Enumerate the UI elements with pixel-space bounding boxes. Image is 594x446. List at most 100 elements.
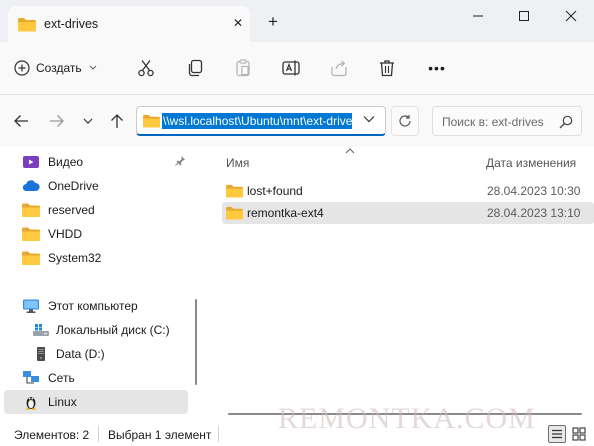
minimize-button[interactable]: [455, 0, 501, 32]
close-window-button[interactable]: [548, 0, 594, 32]
back-button[interactable]: [11, 111, 31, 131]
sidebar-item-label: OneDrive: [48, 179, 99, 193]
search-placeholder: Поиск в: ext-drives: [442, 115, 544, 129]
folder-icon: [18, 18, 36, 32]
address-row: \\wsl.localhost\Ubuntu\mnt\ext-drives По…: [0, 95, 594, 147]
up-button[interactable]: [107, 111, 127, 131]
title-bar: ext-drives ✕ +: [0, 0, 594, 42]
tab-ext-drives[interactable]: ext-drives ✕: [8, 6, 250, 42]
status-divider: [98, 426, 99, 442]
address-bar[interactable]: \\wsl.localhost\Ubuntu\mnt\ext-drives: [136, 106, 386, 136]
chevron-down-icon[interactable]: [363, 115, 375, 123]
navigation-pane: Видео OneDrive reserved VHDD System32 Эт…: [0, 147, 208, 422]
tiles-view-icon: [572, 427, 586, 441]
maximize-button[interactable]: [501, 0, 547, 32]
sidebar-item-label: Этот компьютер: [48, 299, 138, 313]
folder-icon: [22, 251, 40, 265]
recent-locations-button[interactable]: [78, 111, 98, 131]
item-count: Элементов: 2: [14, 428, 90, 442]
computer-icon: [23, 299, 39, 313]
folder-icon: [226, 206, 243, 220]
address-path-text[interactable]: \\wsl.localhost\Ubuntu\mnt\ext-drives: [162, 113, 352, 129]
share-icon: [331, 60, 347, 77]
search-icon: [559, 115, 573, 129]
sidebar-item-reserved[interactable]: reserved: [4, 198, 188, 222]
share-button[interactable]: [327, 56, 351, 80]
folder-icon: [226, 184, 243, 198]
sidebar-item-vhdd[interactable]: VHDD: [4, 222, 188, 246]
selection-count: Выбран 1 элемент: [108, 428, 212, 442]
scissors-icon: [138, 60, 154, 77]
paste-button[interactable]: [231, 56, 255, 80]
arrow-right-icon: [50, 115, 64, 127]
cut-button[interactable]: [134, 56, 158, 80]
file-list: Имя Дата изменения lost+found 28.04.2023…: [208, 147, 594, 422]
search-box[interactable]: Поиск в: ext-drives: [432, 106, 582, 136]
file-name: lost+found: [247, 184, 303, 198]
chevron-down-icon: [83, 118, 93, 124]
folder-icon: [143, 114, 160, 128]
refresh-button[interactable]: [391, 106, 419, 136]
chevron-down-icon: [89, 65, 96, 70]
copy-button[interactable]: [183, 56, 207, 80]
sidebar-item-data-d[interactable]: Data (D:): [4, 342, 188, 366]
trash-icon: [380, 60, 394, 77]
windows-drive-icon: [33, 324, 49, 336]
maximize-icon: [519, 11, 529, 21]
sidebar-item-linux[interactable]: Linux: [4, 390, 188, 414]
more-icon: •••: [428, 60, 446, 76]
forward-button[interactable]: [47, 111, 67, 131]
sidebar-item-label: VHDD: [48, 227, 83, 241]
create-button[interactable]: Создать: [14, 54, 97, 82]
details-view-icon: [552, 429, 562, 439]
column-header-date[interactable]: Дата изменения: [486, 156, 576, 170]
refresh-icon: [399, 115, 411, 127]
sidebar-item-label: Локальный диск (C:): [56, 323, 170, 337]
sidebar-item-this-pc[interactable]: Этот компьютер: [4, 294, 188, 318]
sidebar-item-label: Data (D:): [56, 347, 105, 361]
more-options-button[interactable]: •••: [425, 56, 449, 80]
file-date: 28.04.2023 10:30: [487, 184, 581, 198]
delete-button[interactable]: [375, 56, 399, 80]
rename-icon: [282, 60, 300, 76]
tab-title: ext-drives: [44, 17, 99, 31]
sidebar-item-label: Linux: [48, 395, 77, 409]
sort-ascending-icon: [345, 148, 355, 154]
video-icon: [23, 156, 39, 168]
status-divider: [218, 426, 219, 442]
close-tab-icon[interactable]: ✕: [230, 15, 246, 31]
folder-icon: [22, 227, 40, 241]
file-explorer-window: ext-drives ✕ + Создать ••• \\wsl.localho…: [0, 0, 594, 446]
command-bar: Создать •••: [0, 42, 594, 95]
tiles-view-button[interactable]: [570, 425, 588, 443]
paste-icon: [236, 59, 250, 77]
onedrive-cloud-icon: [22, 180, 40, 192]
rename-button[interactable]: [279, 56, 303, 80]
arrow-left-icon: [14, 115, 28, 127]
linux-penguin-icon: [26, 397, 36, 410]
column-header-name[interactable]: Имя: [226, 156, 249, 170]
new-tab-button[interactable]: +: [264, 13, 282, 31]
file-name: remontka-ext4: [247, 206, 324, 220]
details-view-button[interactable]: [548, 425, 566, 443]
sidebar-item-onedrive[interactable]: OneDrive: [4, 174, 188, 198]
sidebar-item-network[interactable]: Сеть: [4, 366, 188, 390]
network-icon: [23, 371, 39, 384]
file-row[interactable]: remontka-ext4 28.04.2023 13:10: [222, 202, 594, 224]
explorer-body: Видео OneDrive reserved VHDD System32 Эт…: [0, 147, 594, 422]
copy-icon: [188, 59, 203, 77]
sidebar-scrollbar[interactable]: [195, 299, 197, 385]
close-icon: [565, 10, 577, 22]
drive-icon: [37, 347, 45, 361]
sidebar-item-label: reserved: [48, 203, 95, 217]
file-row[interactable]: lost+found 28.04.2023 10:30: [222, 180, 594, 202]
create-label: Создать: [36, 61, 82, 75]
sidebar-item-label: System32: [48, 251, 102, 265]
horizontal-scrollbar[interactable]: [228, 413, 582, 415]
sidebar-item-local-disk-c[interactable]: Локальный диск (C:): [4, 318, 188, 342]
pin-icon: [175, 156, 185, 166]
sidebar-item-video[interactable]: Видео: [4, 150, 188, 174]
add-circle-icon: [14, 60, 30, 76]
status-bar: Элементов: 2 Выбран 1 элемент: [0, 422, 594, 446]
sidebar-item-system32[interactable]: System32: [4, 246, 188, 270]
